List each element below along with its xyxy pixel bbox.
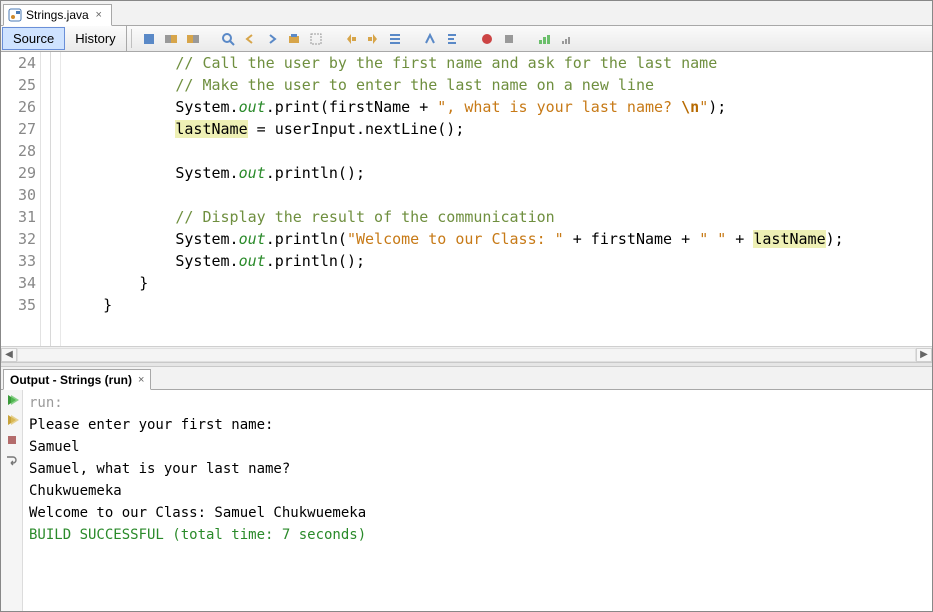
code-line[interactable]: System.out.println(); <box>67 162 932 184</box>
code-area[interactable]: 242526272829303132333435 // Call the use… <box>1 52 932 346</box>
ide-frame: Strings.java × Source History 2425262728… <box>0 0 933 612</box>
line-number: 30 <box>1 184 36 206</box>
code-line[interactable]: lastName = userInput.nextLine(); <box>67 118 932 140</box>
format-icon[interactable] <box>421 30 439 48</box>
console-line: Samuel <box>29 436 926 458</box>
stop-macro-icon[interactable] <box>500 30 518 48</box>
line-number: 35 <box>1 294 36 316</box>
stop-icon[interactable] <box>4 432 20 448</box>
code-content[interactable]: // Call the user by the first name and a… <box>61 52 932 346</box>
file-tab-strings[interactable]: Strings.java × <box>3 4 112 26</box>
code-line[interactable]: System.out.println("Welcome to our Class… <box>67 228 932 250</box>
toggle-highlight-icon[interactable] <box>307 30 325 48</box>
file-tabstrip: Strings.java × <box>1 1 932 26</box>
view-tab-history-label: History <box>75 31 115 46</box>
chart-small-icon[interactable] <box>557 30 575 48</box>
scroll-right-icon[interactable]: ▶ <box>916 348 932 362</box>
console-line: Samuel, what is your last name? <box>29 458 926 480</box>
code-editor: 242526272829303132333435 // Call the use… <box>1 52 932 362</box>
console-line: Please enter your first name: <box>29 414 926 436</box>
shift-right-icon[interactable] <box>364 30 382 48</box>
view-tab-source-label: Source <box>13 31 54 46</box>
shift-left-icon[interactable] <box>342 30 360 48</box>
run-again-2-icon[interactable] <box>4 412 20 428</box>
diff-icon[interactable] <box>162 30 180 48</box>
fold-guide <box>50 52 51 346</box>
output-tab-label: Output - Strings (run) <box>10 373 132 387</box>
code-line[interactable] <box>67 140 932 162</box>
line-number: 33 <box>1 250 36 272</box>
nav-fwd-icon[interactable] <box>263 30 281 48</box>
view-tab-history[interactable]: History <box>65 26 126 51</box>
scroll-left-icon[interactable]: ◀ <box>1 348 17 362</box>
line-number: 27 <box>1 118 36 140</box>
line-number: 26 <box>1 96 36 118</box>
refactor-icon[interactable] <box>140 30 158 48</box>
line-number: 29 <box>1 162 36 184</box>
code-line[interactable]: // Display the result of the communicati… <box>67 206 932 228</box>
line-number: 28 <box>1 140 36 162</box>
output-tabstrip: Output - Strings (run) × <box>1 367 932 390</box>
reformat-icon[interactable] <box>443 30 461 48</box>
console-line: run: <box>29 392 926 414</box>
toolbar-icon-group <box>136 26 579 51</box>
file-tab-close[interactable]: × <box>93 9 105 21</box>
file-tab-label: Strings.java <box>26 8 89 22</box>
chart-icon[interactable] <box>535 30 553 48</box>
code-line[interactable]: } <box>67 272 932 294</box>
record-macro-icon[interactable] <box>478 30 496 48</box>
view-tab-source[interactable]: Source <box>2 27 65 50</box>
console-line: Chukwuemeka <box>29 480 926 502</box>
search-icon[interactable] <box>219 30 237 48</box>
comment-icon[interactable] <box>386 30 404 48</box>
output-tab-close[interactable]: × <box>138 374 144 386</box>
code-line[interactable]: System.out.print(firstName + ", what is … <box>67 96 932 118</box>
fold-column[interactable] <box>41 52 61 346</box>
console-line: Welcome to our Class: Samuel Chukwuemeka <box>29 502 926 524</box>
output-sidebar <box>1 390 23 611</box>
diff-prev-icon[interactable] <box>184 30 202 48</box>
code-line[interactable]: System.out.println(); <box>67 250 932 272</box>
line-number: 32 <box>1 228 36 250</box>
code-line[interactable]: } <box>67 294 932 316</box>
editor-hscrollbar[interactable]: ◀ ▶ <box>1 346 932 362</box>
code-line[interactable]: // Call the user by the first name and a… <box>67 52 932 74</box>
java-file-icon <box>8 8 22 22</box>
output-tab[interactable]: Output - Strings (run) × <box>3 369 151 390</box>
editor-toolbar: Source History <box>1 26 932 52</box>
line-number-gutter: 242526272829303132333435 <box>1 52 41 346</box>
scroll-track[interactable] <box>17 348 916 362</box>
run-again-icon[interactable] <box>4 392 20 408</box>
select-in-icon[interactable] <box>285 30 303 48</box>
console[interactable]: run:Please enter your first name: Samuel… <box>23 390 932 611</box>
line-number: 25 <box>1 74 36 96</box>
wrap-icon[interactable] <box>4 452 20 468</box>
line-number: 24 <box>1 52 36 74</box>
code-line[interactable]: // Make the user to enter the last name … <box>67 74 932 96</box>
line-number: 31 <box>1 206 36 228</box>
nav-back-icon[interactable] <box>241 30 259 48</box>
output-pane: run:Please enter your first name: Samuel… <box>1 390 932 611</box>
console-line: BUILD SUCCESSFUL (total time: 7 seconds) <box>29 524 926 546</box>
code-line[interactable] <box>67 184 932 206</box>
line-number: 34 <box>1 272 36 294</box>
toolbar-separator <box>131 29 132 48</box>
